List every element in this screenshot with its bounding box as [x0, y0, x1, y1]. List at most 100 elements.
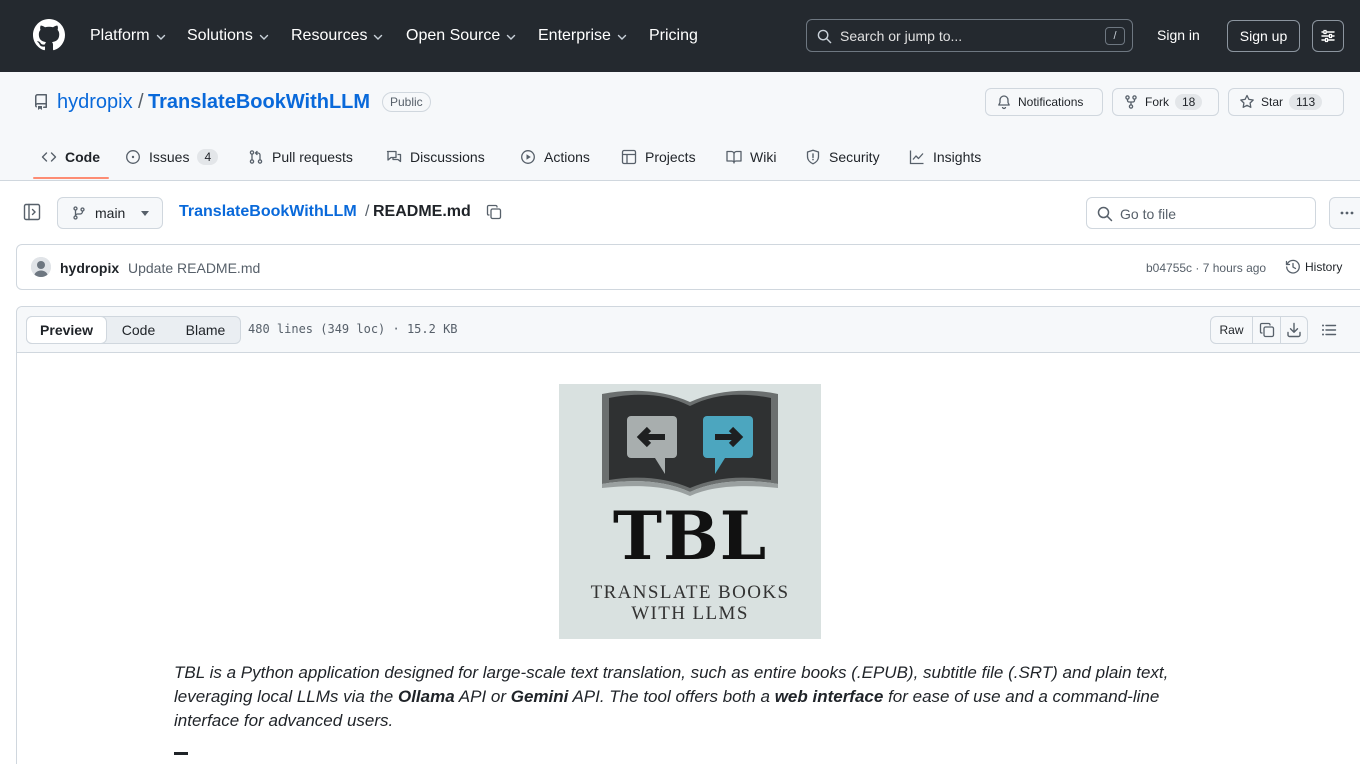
- nav-pricing-label: Pricing: [649, 27, 698, 44]
- intro-bold-gemini: Gemini: [510, 687, 569, 706]
- commit-hash-time[interactable]: b04755c · 7 hours ago: [1146, 261, 1266, 275]
- fork-count: 18: [1175, 94, 1203, 110]
- tab-actions[interactable]: Actions: [520, 148, 590, 166]
- open-book-translate-icon: [602, 390, 778, 496]
- copy-raw-button[interactable]: [1253, 317, 1281, 343]
- download-raw-button[interactable]: [1281, 317, 1307, 343]
- global-search-input[interactable]: Search or jump to... /: [806, 19, 1133, 52]
- repo-path-separator: /: [138, 91, 144, 113]
- star-count: 113: [1289, 94, 1323, 110]
- file-stats: 480 lines (349 loc) · 15.2 KB: [248, 322, 458, 336]
- branch-name: main: [95, 205, 126, 221]
- download-icon: [1287, 322, 1301, 338]
- git-branch-icon: [73, 206, 85, 220]
- repo-owner-link[interactable]: hydropix: [57, 91, 133, 114]
- search-icon: [817, 29, 832, 44]
- raw-button[interactable]: Raw: [1211, 317, 1253, 343]
- search-shortcut-key: /: [1105, 27, 1125, 45]
- logo-subtitle-line-2: WITH LLMS: [631, 603, 749, 624]
- table-icon: [621, 149, 637, 165]
- more-options-button[interactable]: [1329, 197, 1360, 229]
- tab-issues[interactable]: Issues 4: [125, 148, 219, 166]
- branch-selector-button[interactable]: main: [57, 197, 163, 229]
- search-icon: [1097, 206, 1113, 222]
- intro-text-3: API. The tool offers both a: [568, 687, 775, 706]
- tab-projects[interactable]: Projects: [621, 148, 696, 166]
- star-label: Star: [1261, 95, 1284, 109]
- notifications-button[interactable]: Notifications: [985, 88, 1103, 116]
- tab-pull-requests[interactable]: Pull requests: [248, 148, 353, 166]
- history-link[interactable]: History: [1285, 259, 1342, 275]
- pull-request-icon: [249, 150, 263, 164]
- active-tab-indicator: [33, 177, 109, 179]
- star-button[interactable]: Star 113: [1228, 88, 1344, 116]
- chevron-down-icon: [374, 34, 383, 40]
- tab-issues-label: Issues: [149, 149, 190, 165]
- tab-insights-label: Insights: [933, 149, 982, 165]
- next-heading-fragment: [174, 752, 188, 755]
- avatar[interactable]: [31, 257, 51, 277]
- comment-discussion-icon: [386, 150, 402, 163]
- tab-code[interactable]: Code: [41, 148, 100, 166]
- github-logo-icon[interactable]: [33, 19, 65, 51]
- history-label: History: [1305, 260, 1343, 274]
- caret-down-icon: [141, 211, 149, 216]
- tab-discussions[interactable]: Discussions: [386, 148, 485, 166]
- tab-security-label: Security: [829, 149, 880, 165]
- tab-security[interactable]: Security: [805, 148, 880, 166]
- commit-message-link[interactable]: Update README.md: [128, 260, 260, 276]
- sidebar-expand-icon[interactable]: [23, 203, 41, 221]
- nav-enterprise[interactable]: Enterprise: [538, 24, 628, 48]
- code-icon: [41, 152, 57, 162]
- sign-up-button[interactable]: Sign up: [1227, 20, 1300, 52]
- notifications-label: Notifications: [1018, 95, 1084, 109]
- breadcrumb-repo-link[interactable]: TranslateBookWithLLM: [179, 203, 357, 221]
- search-placeholder: Search or jump to...: [840, 28, 963, 44]
- go-to-file-placeholder: Go to file: [1120, 206, 1177, 222]
- nav-open-source[interactable]: Open Source: [406, 24, 517, 48]
- fork-button[interactable]: Fork 18: [1112, 88, 1219, 116]
- code-mode-button[interactable]: Code: [107, 317, 170, 343]
- readme-logo-image: TBL TRANSLATE BOOKS WITH LLMS: [559, 384, 821, 639]
- nav-solutions-label: Solutions: [187, 27, 253, 44]
- nav-resources-label: Resources: [291, 27, 368, 44]
- history-icon: [1285, 259, 1300, 274]
- breadcrumb-separator: /: [365, 203, 370, 220]
- tab-insights[interactable]: Insights: [909, 148, 981, 166]
- logo-title: TBL: [612, 497, 768, 575]
- tab-projects-label: Projects: [645, 149, 696, 165]
- copy-icon: [1259, 322, 1274, 338]
- nav-solutions[interactable]: Solutions: [187, 24, 270, 48]
- preview-mode-button[interactable]: Preview: [26, 316, 107, 344]
- play-icon: [521, 150, 535, 164]
- shield-icon: [806, 149, 820, 165]
- tab-actions-label: Actions: [544, 149, 590, 165]
- intro-bold-ollama: Ollama: [397, 687, 455, 706]
- chevron-down-icon: [507, 34, 516, 40]
- kebab-horizontal-icon: [1340, 211, 1354, 215]
- repo-icon: [34, 94, 47, 110]
- sign-in-link[interactable]: Sign in: [1157, 27, 1200, 43]
- tab-code-label: Code: [65, 149, 100, 165]
- star-icon: [1240, 94, 1254, 108]
- logo-subtitle-line-1: TRANSLATE BOOKS: [590, 582, 790, 603]
- sliders-icon: [1321, 29, 1335, 43]
- global-header: Platform Solutions Resources Open Source…: [0, 0, 1360, 72]
- tab-discussions-label: Discussions: [410, 149, 485, 165]
- nav-enterprise-label: Enterprise: [538, 27, 611, 44]
- list-unordered-icon[interactable]: [1321, 322, 1337, 338]
- nav-resources[interactable]: Resources: [291, 24, 384, 48]
- fork-icon: [1125, 95, 1137, 109]
- intro-text-2: API or: [454, 687, 511, 706]
- copy-icon[interactable]: [486, 204, 502, 220]
- site-menu-button[interactable]: [1312, 20, 1344, 52]
- nav-pricing[interactable]: Pricing: [649, 24, 698, 48]
- file-viewer: Preview Code Blame 480 lines (349 loc) ·…: [16, 306, 1360, 764]
- visibility-badge: Public: [382, 92, 431, 112]
- repo-name-link[interactable]: TranslateBookWithLLM: [148, 91, 370, 114]
- nav-platform[interactable]: Platform: [90, 24, 167, 48]
- tab-wiki[interactable]: Wiki: [726, 148, 776, 166]
- blame-mode-button[interactable]: Blame: [170, 317, 241, 343]
- commit-author-link[interactable]: hydropix: [60, 260, 119, 276]
- go-to-file-input[interactable]: Go to file: [1086, 197, 1316, 229]
